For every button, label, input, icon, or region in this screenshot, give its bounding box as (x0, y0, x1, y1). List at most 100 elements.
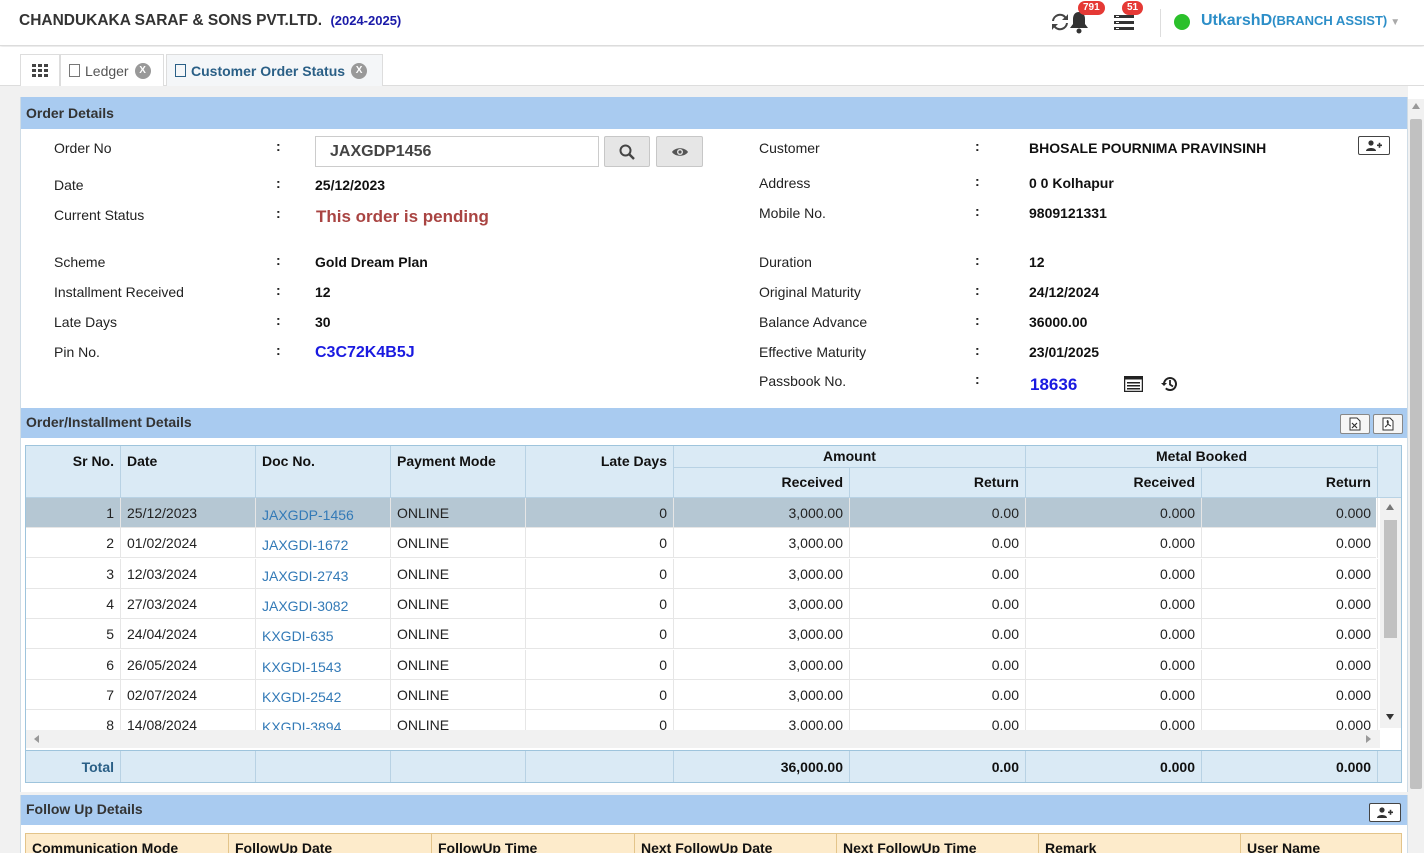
cell-metal-received: 0.000 (1026, 619, 1202, 650)
table-row[interactable]: 7 02/07/2024 KXGDI-2542 ONLINE 0 3,000.00 0.00… (26, 679, 1378, 710)
document-icon (175, 64, 186, 77)
cell-metal-return: 0.000 (1202, 649, 1378, 680)
col-header-followup-time[interactable]: FollowUp Time (432, 834, 635, 853)
table-row[interactable]: 2 01/02/2024 JAXGDI-1672 ONLINE 0 3,000.00 0.0… (26, 528, 1378, 559)
scroll-up-arrow[interactable] (1412, 103, 1420, 109)
total-amount-received: 36,000.00 (674, 751, 850, 782)
cell-sr-no: 4 (26, 588, 121, 619)
tab-customer-order-status[interactable]: Customer Order Status X (166, 54, 383, 86)
online-status-indicator (1174, 14, 1190, 30)
cell-metal-return: 0.000 (1202, 588, 1378, 619)
col-header-followup-date[interactable]: FollowUp Date (229, 834, 432, 853)
user-menu[interactable]: UtkarshD(BRANCH ASSIST) ▼ (1201, 12, 1400, 30)
table-row[interactable]: 1 25/12/2023 JAXGDP-1456 ONLINE 0 3,000.00 0.0… (26, 498, 1378, 528)
cell-doc-no[interactable]: KXGDI-1543 (256, 649, 391, 680)
apps-grid-button[interactable] (20, 54, 60, 86)
col-header-metal-return[interactable]: Return (1202, 468, 1378, 498)
colon: : (975, 312, 980, 328)
tab-label: Ledger (85, 62, 129, 79)
table-row[interactable]: 4 27/03/2024 JAXGDI-3082 ONLINE 0 3,000.00 0.0… (26, 588, 1378, 619)
colon: : (975, 252, 980, 268)
customer-details-button[interactable] (1358, 136, 1390, 155)
cell-doc-no[interactable]: JAXGDP-1456 (256, 498, 391, 528)
close-icon[interactable]: X (134, 62, 151, 79)
grid-icon (32, 63, 48, 77)
col-header-date[interactable]: Date (121, 446, 256, 498)
order-no-input[interactable]: JAXGDP1456 (315, 136, 599, 167)
cell-metal-received: 0.000 (1026, 649, 1202, 680)
col-header-doc-no[interactable]: Doc No. (256, 446, 391, 498)
col-header-sr-no[interactable]: Sr No. (26, 446, 121, 498)
cell-date: 12/03/2024 (121, 558, 256, 589)
table-row[interactable]: 6 26/05/2024 KXGDI-1543 ONLINE 0 3,000.00 0.00… (26, 649, 1378, 680)
col-header-late-days[interactable]: Late Days (526, 446, 674, 498)
col-header-next-followup-date[interactable]: Next FollowUp Date (635, 834, 837, 853)
export-excel-button[interactable] (1340, 414, 1370, 434)
colon: : (975, 138, 980, 154)
colon: : (276, 342, 281, 358)
scrollbar-thumb[interactable] (1410, 119, 1422, 789)
cell-metal-received: 0.000 (1026, 558, 1202, 589)
close-icon[interactable]: X (351, 62, 368, 79)
section-title: Follow Up Details (26, 801, 143, 817)
cell-amount-return: 0.00 (850, 649, 1026, 680)
scroll-right-arrow[interactable] (1366, 735, 1371, 743)
cell-doc-no[interactable]: JAXGDI-3082 (256, 588, 391, 619)
section-title: Order/Installment Details (26, 414, 192, 430)
mobile-label: Mobile No. (759, 205, 826, 221)
col-header-communication-mode[interactable]: Communication Mode (26, 834, 229, 853)
cell-payment-mode: ONLINE (391, 588, 526, 619)
tab-ledger[interactable]: Ledger X (60, 54, 164, 86)
order-no-label: Order No (54, 140, 112, 156)
col-header-metal-received[interactable]: Received (1026, 468, 1202, 498)
cell-metal-received: 0.000 (1026, 498, 1202, 528)
cell-metal-return: 0.000 (1202, 528, 1378, 559)
cell-doc-no[interactable]: JAXGDI-2743 (256, 558, 391, 589)
cell-payment-mode: ONLINE (391, 528, 526, 559)
company-title: CHANDUKAKA SARAF & SONS PVT.LTD. (19, 12, 323, 29)
scroll-down-arrow[interactable] (1386, 714, 1394, 720)
add-followup-button[interactable] (1369, 803, 1401, 822)
col-header-amount-received[interactable]: Received (674, 468, 850, 498)
page-scrollbar[interactable] (1408, 99, 1424, 853)
grid-horizontal-scrollbar[interactable] (26, 730, 1380, 748)
history-icon[interactable] (1161, 375, 1179, 396)
cell-amount-return: 0.00 (850, 498, 1026, 528)
cell-sr-no: 3 (26, 558, 121, 589)
col-header-remark[interactable]: Remark (1039, 834, 1241, 853)
scrollbar-thumb[interactable] (1384, 520, 1397, 638)
col-header-next-followup-time[interactable]: Next FollowUp Time (837, 834, 1039, 853)
cell-doc-no[interactable]: KXGDI-635 (256, 619, 391, 650)
search-button[interactable] (604, 136, 650, 167)
passbook-value[interactable]: 18636 (1030, 375, 1077, 395)
scroll-left-arrow[interactable] (34, 735, 39, 743)
colon: : (975, 342, 980, 358)
cell-doc-no[interactable]: KXGDI-2542 (256, 679, 391, 710)
view-button[interactable] (656, 136, 703, 167)
cell-metal-return: 0.000 (1202, 558, 1378, 589)
cell-sr-no: 7 (26, 679, 121, 710)
pin-value: C3C72K4B5J (315, 344, 415, 361)
scroll-up-arrow[interactable] (1386, 504, 1394, 510)
late-days-value: 30 (315, 314, 331, 330)
export-pdf-button[interactable] (1373, 414, 1403, 434)
total-empty-cell (526, 751, 674, 782)
cell-date: 24/04/2024 (121, 619, 256, 650)
col-header-amount-return[interactable]: Return (850, 468, 1026, 498)
cell-amount-received: 3,000.00 (674, 619, 850, 650)
grid-vertical-scrollbar[interactable] (1380, 498, 1401, 728)
table-row[interactable]: 3 12/03/2024 JAXGDI-2743 ONLINE 0 3,000.00 0.0… (26, 558, 1378, 589)
cell-date: 25/12/2023 (121, 498, 256, 528)
cell-amount-received: 3,000.00 (674, 558, 850, 589)
late-days-label: Late Days (54, 314, 118, 330)
pin-label: Pin No. (54, 344, 100, 360)
cell-doc-no[interactable]: JAXGDI-1672 (256, 528, 391, 559)
col-header-user-name[interactable]: User Name (1241, 834, 1401, 853)
cell-amount-return: 0.00 (850, 528, 1026, 559)
header-divider (1160, 9, 1161, 37)
installment-label: Installment Received (54, 284, 184, 300)
address-label: Address (759, 175, 811, 191)
passbook-list-icon[interactable] (1123, 375, 1144, 395)
table-row[interactable]: 5 24/04/2024 KXGDI-635 ONLINE 0 3,000.00 0.00 0… (26, 619, 1378, 650)
col-header-payment-mode[interactable]: Payment Mode (391, 446, 526, 498)
